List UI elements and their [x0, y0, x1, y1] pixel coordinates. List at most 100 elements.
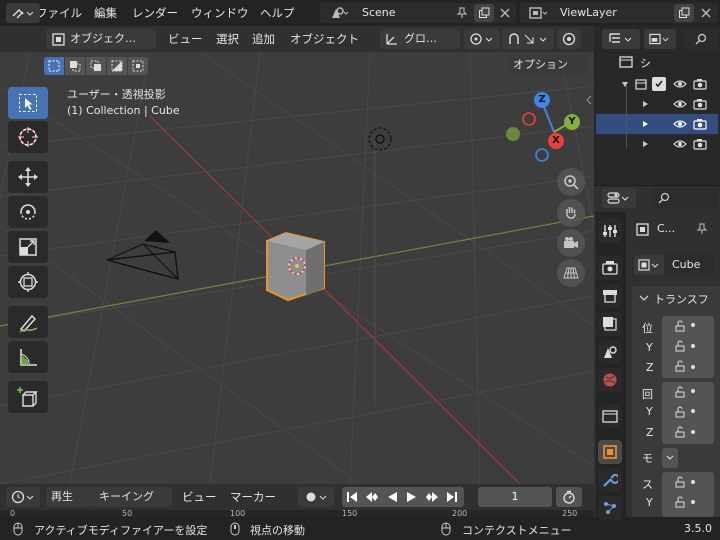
- auto-keying-button[interactable]: [298, 487, 334, 507]
- scene-collection-icon[interactable]: [618, 54, 634, 70]
- keyframe-dot[interactable]: [691, 500, 695, 504]
- view-layer-icon[interactable]: [524, 3, 552, 23]
- tool-settings-tab-icon[interactable]: [598, 219, 622, 243]
- menu-edit[interactable]: 編集: [90, 4, 121, 22]
- select-extend-icon[interactable]: [65, 57, 85, 75]
- collection-tab-icon[interactable]: [598, 404, 622, 428]
- select-new-icon[interactable]: [44, 57, 64, 75]
- gizmo-y-axis[interactable]: Y: [564, 114, 580, 130]
- visibility-eye-icon[interactable]: [672, 116, 688, 132]
- visibility-eye-icon[interactable]: [672, 76, 688, 92]
- properties-search-icon[interactable]: [652, 188, 718, 208]
- panel-collapse-icon[interactable]: [638, 291, 650, 305]
- select-box-tool-icon[interactable]: [8, 87, 48, 119]
- scene-tab-icon[interactable]: [598, 340, 622, 364]
- timeline-view-menu[interactable]: ビュー: [178, 488, 221, 506]
- gizmo-z-axis[interactable]: Z: [534, 92, 550, 108]
- outliner-row-cube[interactable]: [596, 114, 718, 134]
- jump-end-icon[interactable]: [442, 487, 462, 507]
- timeline-ruler[interactable]: [0, 510, 594, 517]
- play-reverse-icon[interactable]: [382, 487, 402, 507]
- select-intersect-icon[interactable]: [128, 57, 148, 75]
- visibility-eye-icon[interactable]: [672, 96, 688, 112]
- object-name-field[interactable]: Cube: [666, 255, 714, 275]
- current-frame-field[interactable]: 1: [478, 487, 552, 507]
- properties-editor-type-button[interactable]: [602, 188, 636, 208]
- transform-tool-icon[interactable]: [8, 266, 48, 298]
- rotation-mode-dropdown[interactable]: [662, 448, 678, 468]
- keyframe-dot[interactable]: [691, 430, 695, 434]
- new-view-layer-icon[interactable]: [674, 4, 694, 22]
- render-camera-icon[interactable]: [692, 136, 708, 152]
- view-layer-name-field[interactable]: ViewLayer: [554, 3, 664, 23]
- move-tool-icon[interactable]: [8, 161, 48, 193]
- lock-icon[interactable]: [674, 406, 686, 421]
- menu-add[interactable]: 追加: [248, 30, 279, 48]
- render-camera-icon[interactable]: [692, 76, 708, 92]
- remove-view-layer-icon[interactable]: [697, 4, 715, 22]
- visibility-eye-icon[interactable]: [672, 136, 688, 152]
- particles-tab-icon[interactable]: [598, 496, 622, 520]
- expand-arrow-icon[interactable]: [640, 136, 650, 152]
- output-tab-icon[interactable]: [598, 284, 622, 308]
- object-tab-icon[interactable]: [598, 440, 622, 464]
- menu-help[interactable]: ヘルプ: [256, 4, 299, 22]
- play-icon[interactable]: [402, 487, 422, 507]
- menu-select[interactable]: 選択: [212, 30, 243, 48]
- remove-scene-icon[interactable]: [496, 4, 514, 22]
- snapping-button[interactable]: [502, 29, 554, 49]
- lock-icon[interactable]: [674, 340, 686, 355]
- object-browse-icon[interactable]: [634, 255, 664, 275]
- render-tab-icon[interactable]: [598, 256, 622, 280]
- rotate-tool-icon[interactable]: [8, 196, 48, 228]
- new-scene-icon[interactable]: [474, 4, 494, 22]
- modifier-wrench-tab-icon[interactable]: [598, 468, 622, 492]
- keyframe-dot[interactable]: [691, 480, 695, 484]
- jump-start-icon[interactable]: [342, 487, 362, 507]
- expand-arrow-icon[interactable]: [640, 96, 650, 112]
- scale-fields[interactable]: [662, 472, 714, 517]
- lock-icon[interactable]: [674, 386, 686, 401]
- lock-icon[interactable]: [674, 476, 686, 491]
- expand-arrow-icon[interactable]: [640, 116, 650, 132]
- zoom-icon[interactable]: [557, 168, 585, 196]
- view-layer-tab-icon[interactable]: [598, 312, 622, 336]
- menu-object[interactable]: オブジェクト: [286, 30, 363, 48]
- transform-panel-title[interactable]: トランスフ: [654, 291, 720, 307]
- perspective-grid-icon[interactable]: [557, 259, 585, 287]
- outliner-search-icon[interactable]: [684, 29, 718, 49]
- cursor-tool-icon[interactable]: [8, 121, 48, 153]
- menu-view[interactable]: ビュー: [164, 30, 207, 48]
- menu-file[interactable]: ファイル: [32, 4, 86, 22]
- options-dropdown[interactable]: オプション: [508, 55, 588, 75]
- lock-icon[interactable]: [674, 426, 686, 441]
- keying-menu[interactable]: キーイング: [94, 487, 172, 507]
- camera-view-icon[interactable]: [557, 229, 585, 257]
- proportional-edit-button[interactable]: [557, 29, 581, 49]
- pivot-point-button[interactable]: [464, 29, 500, 49]
- next-keyframe-icon[interactable]: [422, 487, 442, 507]
- expand-arrow-icon[interactable]: [620, 76, 630, 92]
- editor-type-button[interactable]: [6, 3, 40, 23]
- keyframe-dot[interactable]: [691, 344, 695, 348]
- keyframe-dot[interactable]: [691, 409, 695, 413]
- outliner-root-label[interactable]: シ: [640, 55, 651, 71]
- outliner-row-collection[interactable]: [596, 74, 718, 94]
- render-camera-icon[interactable]: [692, 116, 708, 132]
- scene-icon[interactable]: [324, 3, 354, 23]
- light-object[interactable]: [366, 125, 394, 153]
- rotation-fields[interactable]: [662, 382, 714, 444]
- outliner-row-camera[interactable]: [596, 94, 718, 114]
- scene-name-field[interactable]: Scene: [356, 3, 452, 23]
- stopwatch-icon[interactable]: [556, 487, 582, 507]
- lock-icon[interactable]: [674, 496, 686, 511]
- measure-tool-icon[interactable]: [8, 341, 48, 373]
- location-fields[interactable]: [662, 316, 714, 378]
- menu-render[interactable]: レンダー: [128, 4, 182, 22]
- display-mode-button[interactable]: [644, 29, 676, 49]
- scale-tool-icon[interactable]: [8, 231, 48, 263]
- keyframe-dot[interactable]: [691, 389, 695, 393]
- select-subtract-icon[interactable]: [86, 57, 106, 75]
- render-camera-icon[interactable]: [692, 96, 708, 112]
- marker-menu[interactable]: マーカー: [226, 488, 280, 506]
